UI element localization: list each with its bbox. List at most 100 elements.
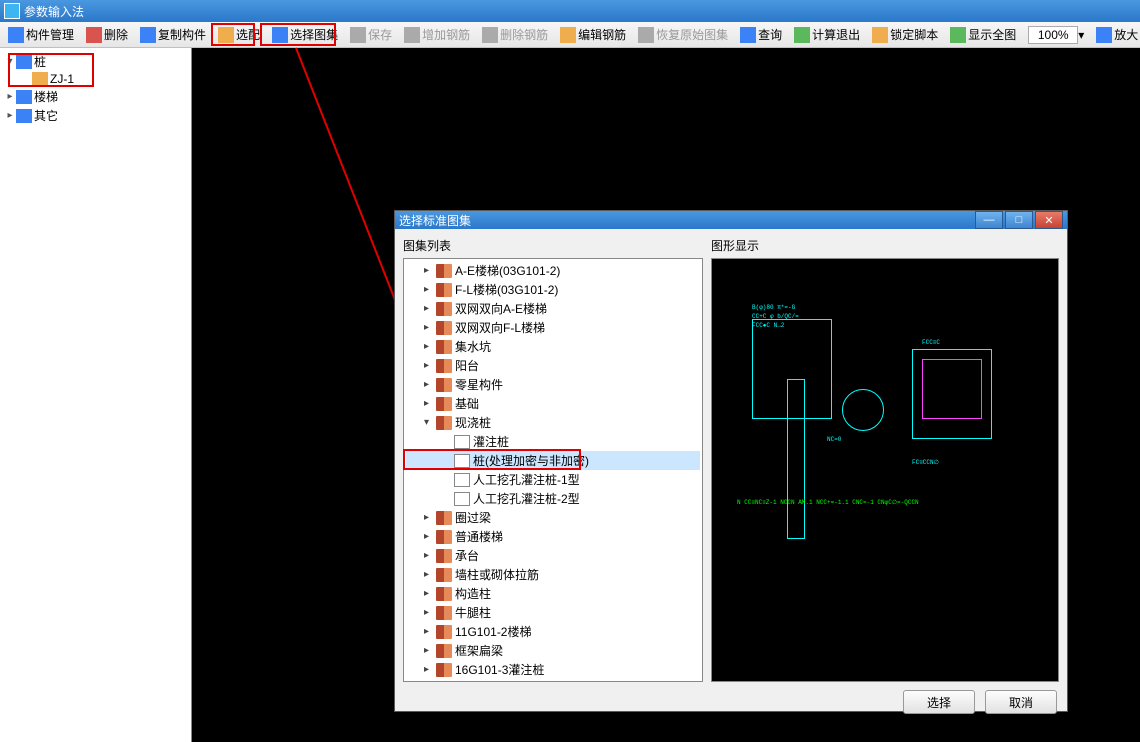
dialog-body: 图集列表 ▸A-E楼梯(03G101-2)▸F-L楼梯(03G101-2)▸双网… — [395, 229, 1067, 690]
atlas-item[interactable]: 桩(处理加密与非加密) — [406, 451, 700, 470]
atlas-item[interactable]: ▸零星构件 — [406, 375, 700, 394]
tree-icon — [32, 72, 48, 86]
select-match[interactable]: 选配 — [212, 24, 266, 46]
cancel-button[interactable]: 取消 — [985, 690, 1057, 714]
book-icon — [436, 397, 452, 411]
atlas-item-label: F-L楼梯(03G101-2) — [455, 281, 558, 298]
app-icon — [4, 3, 20, 19]
show-all[interactable]: 显示全图 — [944, 24, 1022, 46]
atlas-item[interactable]: ▸集水坑 — [406, 337, 700, 356]
atlas-item-label: 16G101-3灌注桩 — [455, 661, 544, 678]
atlas-item[interactable]: 灌注桩 — [406, 432, 700, 451]
preview-canvas[interactable]: B(φ)80 π*=-G CC+C φ b/QC/= FCC●C N→2 FCC… — [711, 258, 1059, 682]
dialog-title: 选择标准图集 — [399, 212, 471, 229]
query[interactable]: 查询 — [734, 24, 788, 46]
atlas-item[interactable]: ▸牛腿柱 — [406, 603, 700, 622]
add-rebar-label: 增加钢筋 — [422, 26, 470, 43]
book-icon — [436, 378, 452, 392]
close-button[interactable]: ✕ — [1035, 211, 1063, 229]
book-icon — [436, 302, 452, 316]
tree-label: ZJ-1 — [50, 72, 74, 86]
delete-rebar[interactable]: 删除钢筋 — [476, 24, 554, 46]
delete[interactable]: 删除 — [80, 24, 134, 46]
add-rebar-icon — [404, 27, 420, 43]
atlas-item[interactable]: ▸双网双向A-E楼梯 — [406, 299, 700, 318]
atlas-item-label: 框架扁梁 — [455, 642, 503, 659]
book-icon — [436, 568, 452, 582]
atlas-item-label: 构造柱 — [455, 585, 491, 602]
atlas-item[interactable]: ▸承台 — [406, 546, 700, 565]
atlas-item[interactable]: ▸A-E楼梯(03G101-2) — [406, 261, 700, 280]
book-icon — [436, 549, 452, 563]
add-rebar[interactable]: 增加钢筋 — [398, 24, 476, 46]
tree-node[interactable]: ZJ-1 — [4, 71, 187, 87]
page-icon — [454, 492, 470, 506]
select-match-label: 选配 — [236, 26, 260, 43]
dialog-select-atlas: 选择标准图集 — □ ✕ 图集列表 ▸A-E楼梯(03G101-2)▸F-L楼梯… — [394, 210, 1068, 712]
atlas-item[interactable]: ▾现浇桩 — [406, 413, 700, 432]
calc-exit[interactable]: 计算退出 — [788, 24, 866, 46]
copy-component-icon — [140, 27, 156, 43]
toolbar: 构件管理删除 复制构件 选配 选择图集 保存 增加钢筋 删除钢筋 编辑钢筋 恢复原始图集查询 计算… — [0, 22, 1140, 48]
tree-node[interactable]: ▾桩 — [4, 52, 187, 71]
restore-atlas[interactable]: 恢复原始图集 — [632, 24, 734, 46]
calc-exit-label: 计算退出 — [812, 26, 860, 43]
atlas-item[interactable]: ▸16G101-3灌注桩 — [406, 660, 700, 679]
atlas-item[interactable]: ▸圈过梁 — [406, 508, 700, 527]
book-icon — [436, 625, 452, 639]
save-icon — [350, 27, 366, 43]
select-atlas-label: 选择图集 — [290, 26, 338, 43]
atlas-item[interactable]: ▸F-L楼梯(03G101-2) — [406, 280, 700, 299]
atlas-item-label: 集水坑 — [455, 338, 491, 355]
zoom-level[interactable]: ▾ — [1022, 24, 1090, 46]
save-label: 保存 — [368, 26, 392, 43]
show-all-icon — [950, 27, 966, 43]
atlas-item[interactable]: ▸普通楼梯 — [406, 527, 700, 546]
tree-node[interactable]: ▸楼梯 — [4, 87, 187, 106]
tree-panel: ▾桩ZJ-1▸楼梯▸其它 — [0, 48, 192, 742]
atlas-list[interactable]: ▸A-E楼梯(03G101-2)▸F-L楼梯(03G101-2)▸双网双向A-E… — [403, 258, 703, 682]
delete-rebar-label: 删除钢筋 — [500, 26, 548, 43]
select-atlas[interactable]: 选择图集 — [266, 24, 344, 46]
restore-atlas-icon — [638, 27, 654, 43]
atlas-item[interactable]: 人工挖孔灌注桩-1型 — [406, 470, 700, 489]
tree-label: 其它 — [34, 107, 58, 124]
maximize-button[interactable]: □ — [1005, 211, 1033, 229]
restore-atlas-label: 恢复原始图集 — [656, 26, 728, 43]
book-icon — [436, 321, 452, 335]
atlas-item-label: 圈过梁 — [455, 509, 491, 526]
lock-script[interactable]: 锁定脚本 — [866, 24, 944, 46]
atlas-item[interactable]: ▸构造柱 — [406, 584, 700, 603]
component-manage-icon — [8, 27, 24, 43]
atlas-item[interactable]: ▸11G101-2楼梯 — [406, 622, 700, 641]
atlas-item[interactable]: ▸双网双向F-L楼梯 — [406, 318, 700, 337]
atlas-item-label: 基础 — [455, 395, 479, 412]
book-icon — [436, 264, 452, 278]
dialog-footer: 选择 取消 — [395, 690, 1067, 714]
lock-script-icon — [872, 27, 888, 43]
atlas-item-label: 桩(处理加密与非加密) — [473, 452, 589, 469]
ok-button[interactable]: 选择 — [903, 690, 975, 714]
atlas-item[interactable]: ▸墙柱或砌体拉筋 — [406, 565, 700, 584]
preview-column: 图形显示 B(φ)80 π*=-G CC+C φ b/QC/= FCC●C N→… — [711, 237, 1059, 682]
tree-label: 桩 — [34, 53, 46, 70]
zoom-in[interactable]: 放大 — [1090, 24, 1140, 46]
atlas-item[interactable]: 人工挖孔灌注桩-2型 — [406, 489, 700, 508]
zoom-in-icon — [1096, 27, 1112, 43]
atlas-item[interactable]: ▸基础 — [406, 394, 700, 413]
minimize-button[interactable]: — — [975, 211, 1003, 229]
atlas-item[interactable]: ▸框架扁梁 — [406, 641, 700, 660]
delete-icon — [86, 27, 102, 43]
edit-rebar-label: 编辑钢筋 — [578, 26, 626, 43]
save[interactable]: 保存 — [344, 24, 398, 46]
lock-script-label: 锁定脚本 — [890, 26, 938, 43]
calc-exit-icon — [794, 27, 810, 43]
copy-component-label: 复制构件 — [158, 26, 206, 43]
book-icon — [436, 359, 452, 373]
tree-node[interactable]: ▸其它 — [4, 106, 187, 125]
dialog-titlebar[interactable]: 选择标准图集 — □ ✕ — [395, 211, 1067, 229]
atlas-item[interactable]: ▸阳台 — [406, 356, 700, 375]
copy-component[interactable]: 复制构件 — [134, 24, 212, 46]
component-manage[interactable]: 构件管理 — [2, 24, 80, 46]
edit-rebar[interactable]: 编辑钢筋 — [554, 24, 632, 46]
